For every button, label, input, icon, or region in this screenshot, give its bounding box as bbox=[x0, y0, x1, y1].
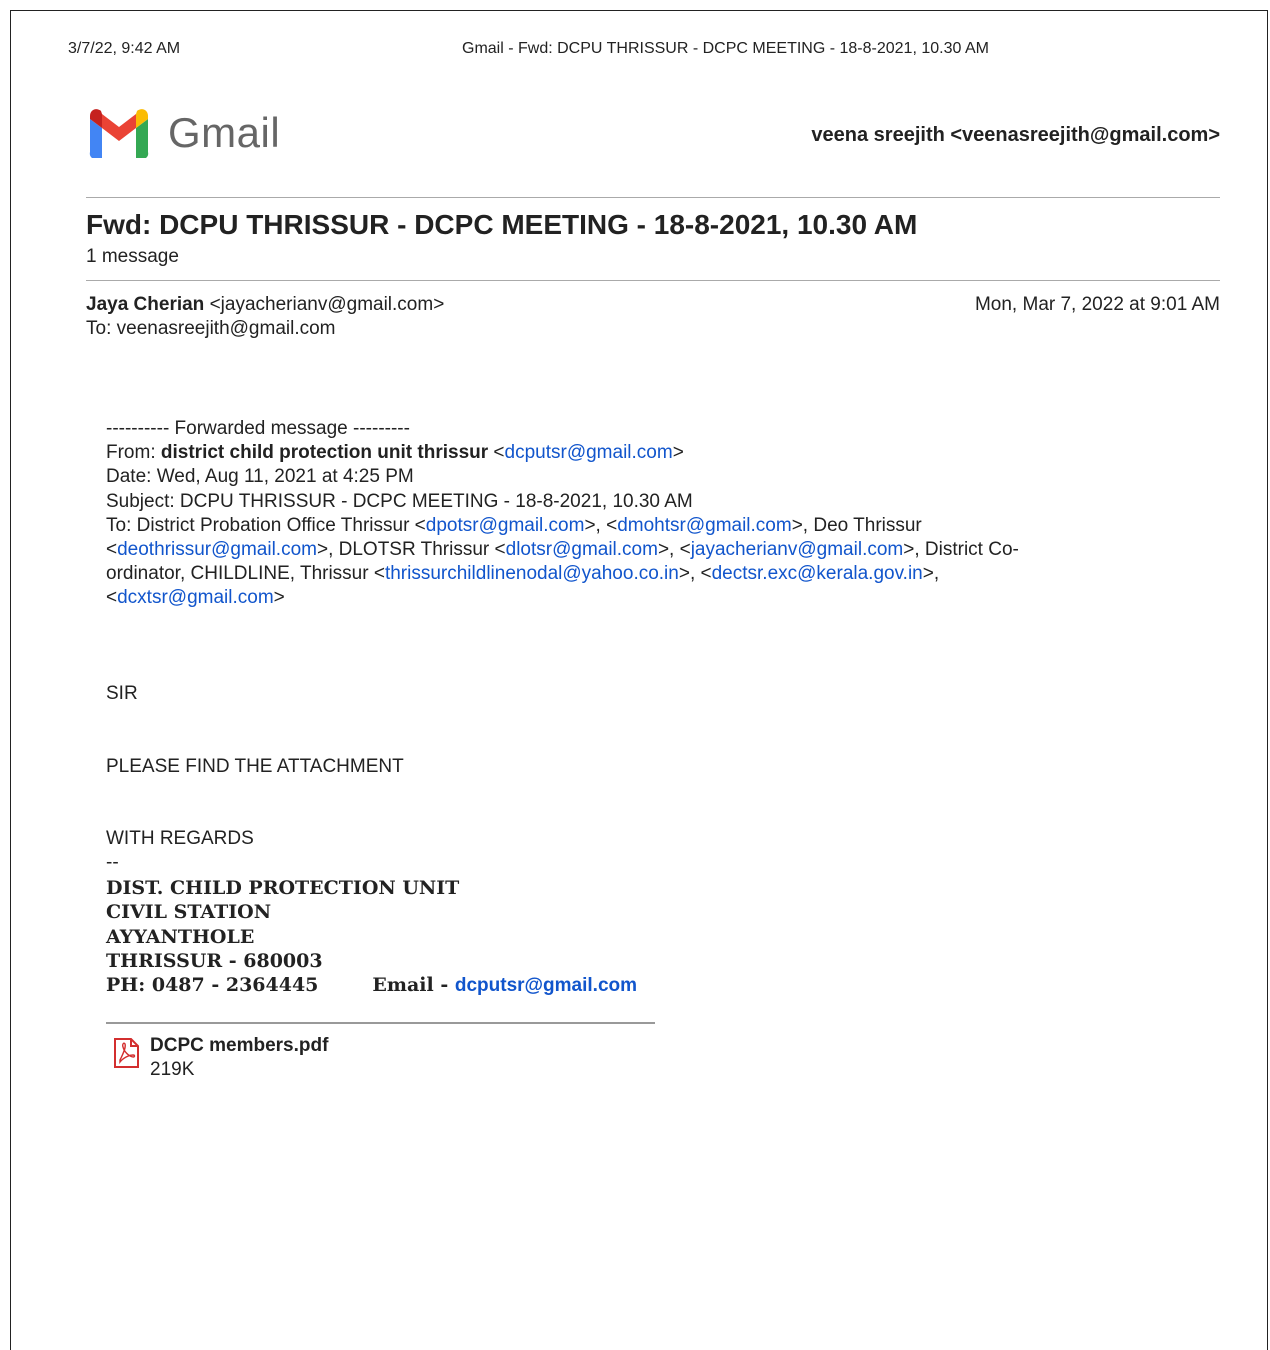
forwarded-date: Date: Wed, Aug 11, 2021 at 4:25 PM bbox=[106, 466, 414, 488]
message-count: 1 message bbox=[86, 246, 179, 267]
sender-email: <jayacherianv@gmail.com> bbox=[204, 294, 445, 315]
attachment[interactable]: DCPC members.pdf 219K bbox=[112, 1034, 328, 1082]
email-link[interactable]: dcxtsr@gmail.com bbox=[117, 587, 274, 608]
signature-line: DIST. CHILD PROTECTION UNIT bbox=[106, 877, 460, 899]
email-link[interactable]: dcputsr@gmail.com bbox=[505, 442, 673, 463]
account-email: veena sreejith <veenasreejith@gmail.com> bbox=[811, 124, 1220, 146]
signature-separator: -- bbox=[106, 852, 119, 873]
sender-name: Jaya Cherian bbox=[86, 294, 205, 315]
sender-line: Jaya Cherian <jayacherianv@gmail.com> bbox=[86, 294, 444, 316]
signature-line: CIVIL STATION bbox=[106, 901, 272, 924]
attachment-size: 219K bbox=[150, 1059, 195, 1080]
signature-contact: PH: 0487 - 2364445 Email - dcputsr@gmail.… bbox=[106, 973, 637, 998]
forwarded-subject: Subject: DCPU THRISSUR - DCPC MEETING - … bbox=[106, 490, 693, 512]
forwarded-to: To: District Probation Office Thrissur <… bbox=[106, 514, 922, 536]
forwarded-to-cont: ordinator, CHILDLINE, Thrissur <thrissur… bbox=[106, 563, 940, 585]
print-date: 3/7/22, 9:42 AM bbox=[68, 40, 181, 57]
attachment-divider bbox=[106, 1022, 655, 1024]
signature-block: DIST. CHILD PROTECTION UNIT CIVIL STATIO… bbox=[106, 876, 637, 998]
attachment-name[interactable]: DCPC members.pdf bbox=[150, 1034, 328, 1058]
email-link[interactable]: jayacherianv@gmail.com bbox=[691, 539, 904, 560]
gmail-m-logo-icon bbox=[89, 109, 149, 158]
email-link[interactable]: dectsr.exc@kerala.gov.in bbox=[712, 563, 923, 584]
forwarded-to-cont: <deothrissur@gmail.com>, DLOTSR Thrissur… bbox=[106, 539, 1019, 561]
print-title: Gmail - Fwd: DCPU THRISSUR - DCPC MEETIN… bbox=[462, 40, 989, 57]
signature-phone: PH: 0487 - 2364445 bbox=[106, 974, 319, 997]
gmail-logo: Gmail bbox=[86, 108, 280, 158]
closing: WITH REGARDS bbox=[106, 828, 254, 849]
recipient-line: To: veenasreejith@gmail.com bbox=[86, 318, 336, 339]
thread-subject: Fwd: DCPU THRISSUR - DCPC MEETING - 18-8… bbox=[86, 209, 918, 240]
forwarded-from: From: district child protection unit thr… bbox=[106, 442, 684, 464]
forwarded-block: ---------- Forwarded message --------- F… bbox=[106, 417, 1146, 611]
email-link[interactable]: deothrissur@gmail.com bbox=[117, 539, 317, 560]
forwarded-header: ---------- Forwarded message --------- bbox=[106, 418, 410, 439]
pdf-file-icon bbox=[114, 1038, 139, 1068]
gmail-wordmark: Gmail bbox=[168, 109, 281, 156]
divider bbox=[86, 197, 1220, 198]
email-link[interactable]: dmohtsr@gmail.com bbox=[617, 515, 792, 536]
divider bbox=[86, 280, 1220, 281]
body-text: PLEASE FIND THE ATTACHMENT bbox=[106, 756, 404, 777]
salutation: SIR bbox=[106, 683, 138, 704]
signature-email-link[interactable]: dcputsr@gmail.com bbox=[455, 975, 637, 996]
signature-line: THRISSUR - 680003 bbox=[106, 949, 323, 972]
attachment-info: DCPC members.pdf 219K bbox=[150, 1034, 328, 1082]
signature-line: AYYANTHOLE bbox=[106, 925, 255, 948]
signature-email-label: Email - bbox=[372, 974, 455, 997]
email-link[interactable]: dpotsr@gmail.com bbox=[426, 515, 585, 536]
forwarded-to-cont: <dcxtsr@gmail.com> bbox=[106, 587, 285, 609]
email-link[interactable]: thrissurchildlinenodal@yahoo.co.in bbox=[385, 563, 679, 584]
email-link[interactable]: dlotsr@gmail.com bbox=[506, 539, 658, 560]
message-date: Mon, Mar 7, 2022 at 9:01 AM bbox=[974, 294, 1220, 315]
